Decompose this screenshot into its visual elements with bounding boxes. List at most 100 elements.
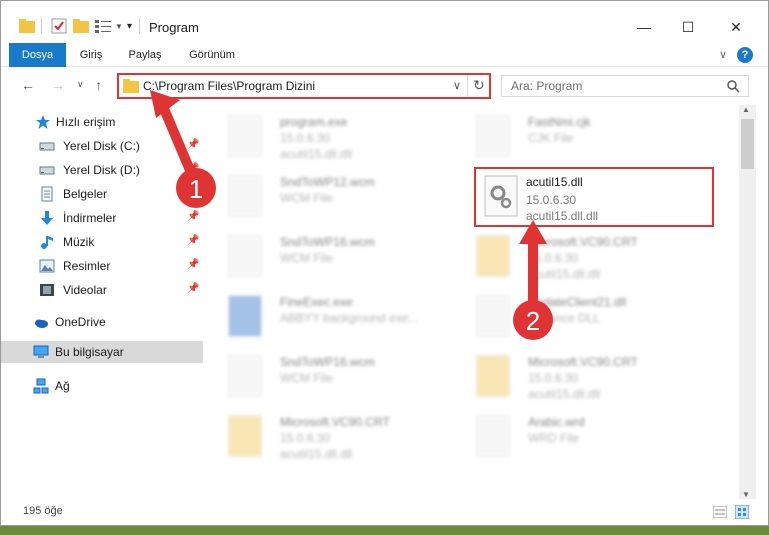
item-count: 195 öğe: [23, 505, 63, 517]
file-tile[interactable]: Microsoft.VC90.CRT 15.0.6.30 acutil15.dl…: [454, 229, 694, 285]
tab-paylas[interactable]: Paylaş: [121, 43, 169, 67]
explorer-window: ▼ ▾ Program — ☐ ✕ Dosya Giriş Paylaş Gör…: [0, 0, 769, 526]
scrollbar-thumb[interactable]: [741, 119, 754, 169]
file-tile[interactable]: UpdateClient21.dll Advance DLL: [454, 289, 694, 345]
pin-icon: 📌: [187, 187, 200, 198]
file-tile[interactable]: Arabic.wrd WRD File: [454, 409, 694, 465]
details-view-icon[interactable]: [713, 506, 727, 518]
sidebar-item-indirmeler[interactable]: İndirmeler 📌: [1, 207, 203, 229]
properties-icon[interactable]: [51, 17, 67, 35]
file-icon: [228, 235, 262, 277]
tab-gorunum[interactable]: Görünüm: [181, 43, 243, 67]
file-tile[interactable]: SndToWP12.wcm WCM File: [206, 169, 446, 225]
chevron-down-icon[interactable]: ▼: [115, 17, 123, 35]
file-tile[interactable]: Microsoft.VC90.CRT 15.0.6.30 acutil15.dl…: [206, 409, 446, 465]
address-bar[interactable]: C:\Program Files\Program Dizini ∨ ↻: [117, 73, 491, 99]
exe-file-icon: [228, 115, 262, 157]
sidebar-item-label: Bu bilgisayar: [55, 345, 124, 359]
scroll-up-icon[interactable]: ▲: [742, 105, 750, 114]
file-detail: acutil15.dll.dll: [528, 267, 601, 281]
sidebar-item-ag[interactable]: Ağ: [1, 375, 203, 397]
sidebar-item-label: OneDrive: [55, 315, 106, 329]
pictures-icon: [39, 259, 55, 273]
star-icon: [36, 115, 50, 129]
close-button[interactable]: ✕: [713, 13, 759, 41]
pin-icon: 📌: [187, 139, 200, 150]
file-detail: 15.0.6.30: [526, 193, 577, 207]
folder-icon: [476, 355, 510, 397]
drive-icon: [39, 166, 55, 175]
file-detail: CJK File: [528, 131, 574, 145]
sidebar-item-onedrive[interactable]: OneDrive: [1, 311, 203, 333]
pin-icon: 📌: [187, 283, 200, 294]
ribbon-collapse-icon[interactable]: ∨: [715, 43, 731, 67]
file-tile[interactable]: FastNmi.cjk CJK File: [454, 109, 694, 165]
sidebar-item-belgeler[interactable]: Belgeler 📌: [1, 183, 203, 205]
file-tile[interactable]: Microsoft.VC90.CRT 15.0.6.30 acutil15.dl…: [454, 349, 694, 405]
file-name: Microsoft.VC90.CRT: [280, 415, 390, 429]
file-name: SndToWP12.wcm: [280, 175, 375, 189]
file-name: Microsoft.VC90.CRT: [528, 235, 638, 249]
sidebar-item-label: Resimler: [63, 259, 111, 273]
pin-icon: 📌: [187, 211, 200, 222]
file-detail: ABBYY background exe...: [280, 311, 419, 325]
new-folder-icon[interactable]: [73, 17, 89, 35]
customize-toolbar-icon[interactable]: ▾: [127, 17, 132, 35]
forward-arrow-icon[interactable]: →: [51, 77, 65, 93]
status-bar: 195 öğe: [1, 499, 768, 525]
address-row: ← → ∨ ↑ C:\Program Files\Program Dizini …: [1, 67, 768, 105]
help-icon[interactable]: ?: [737, 47, 753, 63]
file-name: SndToWP16.wcm: [280, 235, 375, 249]
file-detail: WCM File: [280, 371, 333, 385]
drive-icon: [39, 142, 55, 151]
network-icon: [33, 378, 49, 394]
pin-icon: 📌: [187, 259, 200, 270]
file-tile[interactable]: SndToWP16.wcm WCM File: [206, 229, 446, 285]
search-input[interactable]: Ara: Program: [501, 75, 749, 97]
file-name: program.exe: [280, 115, 348, 129]
file-detail: acutil15.dll.dll: [280, 447, 353, 461]
tab-giris[interactable]: Giriş: [71, 43, 111, 67]
folder-icon: [476, 235, 510, 277]
maximize-button[interactable]: ☐: [665, 13, 711, 41]
back-arrow-icon[interactable]: ←: [21, 77, 35, 93]
sidebar-item-muzik[interactable]: Müzik 📌: [1, 231, 203, 253]
file-tile[interactable]: program.exe 15.0.6.30 acutil15.dll.dll: [206, 109, 446, 165]
file-detail: 15.0.6.30: [528, 251, 579, 265]
pin-icon: 📌: [187, 163, 200, 174]
sidebar-item-videolar[interactable]: Videolar 📌: [1, 279, 203, 301]
refresh-icon[interactable]: ↻: [473, 77, 485, 94]
up-arrow-icon[interactable]: ↑: [95, 77, 102, 93]
sidebar-item-label: Müzik: [63, 235, 95, 249]
folder-icon: [19, 17, 35, 35]
sidebar-item-resimler[interactable]: Resimler 📌: [1, 255, 203, 277]
music-icon: [41, 236, 53, 249]
scroll-down-icon[interactable]: ▼: [742, 490, 750, 499]
file-detail: 15.0.6.30: [280, 131, 331, 145]
recent-locations-icon[interactable]: ∨: [77, 79, 84, 90]
cloud-icon: [35, 319, 48, 328]
sidebar-item-quick-access[interactable]: Hızlı erişim: [1, 111, 203, 133]
tab-dosya[interactable]: Dosya: [9, 43, 66, 67]
vertical-scrollbar[interactable]: ▲ ▼: [739, 105, 756, 499]
sidebar-item-disk-d[interactable]: Yerel Disk (D:) 📌: [1, 159, 203, 181]
computer-icon: [33, 345, 49, 358]
separator-icon: [41, 17, 43, 35]
sidebar-item-label: Hızlı erişim: [56, 115, 116, 129]
file-detail: WRD File: [528, 431, 580, 445]
dll-gear-icon: [476, 295, 510, 337]
view-options-icon[interactable]: [95, 17, 113, 35]
download-icon: [41, 211, 53, 225]
search-icon[interactable]: [727, 80, 740, 93]
sidebar-item-label: Ağ: [55, 379, 70, 393]
file-tile[interactable]: FineExec.exe ABBYY background exe...: [206, 289, 446, 345]
minimize-button[interactable]: —: [621, 13, 667, 41]
file-tile[interactable]: SndToWP16.wcm WCM File: [206, 349, 446, 405]
file-tile-highlighted[interactable]: acutil15.dll 15.0.6.30 acutil15.dll.dll: [474, 167, 714, 227]
sidebar-item-bu-bilgisayar[interactable]: Bu bilgisayar: [1, 341, 203, 363]
sidebar-item-label: Belgeler: [63, 187, 108, 201]
file-detail: WCM File: [280, 251, 333, 265]
large-icons-view-icon[interactable]: [735, 505, 749, 519]
address-dropdown-icon[interactable]: ∨: [453, 79, 461, 92]
sidebar-item-disk-c[interactable]: Yerel Disk (C:) 📌: [1, 135, 203, 157]
